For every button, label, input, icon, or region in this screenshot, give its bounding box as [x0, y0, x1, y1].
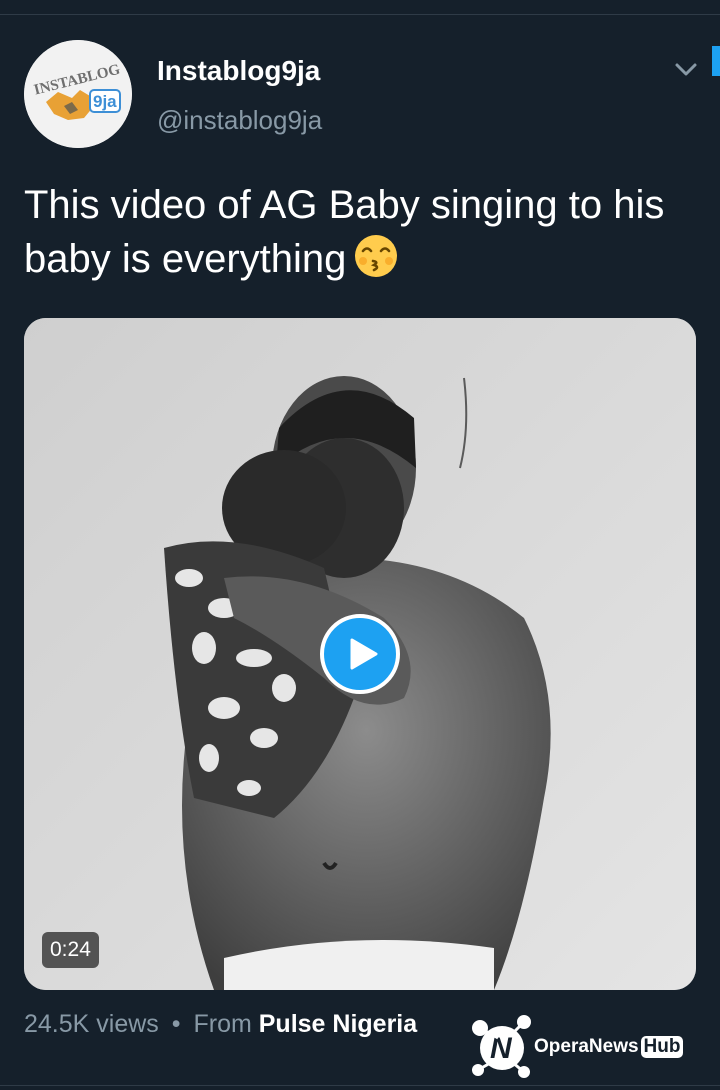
video-duration-badge: 0:24: [42, 932, 99, 968]
svg-text:9ja: 9ja: [93, 92, 117, 111]
tweet-meta: 24.5K views • From Pulse Nigeria: [24, 1010, 417, 1039]
kissing-face-icon: [354, 234, 398, 278]
operanews-logo-icon: N: [472, 1015, 531, 1078]
meta-separator: •: [171, 1010, 181, 1038]
avatar[interactable]: INSTABLOG 9ja: [24, 40, 132, 148]
scroll-indicator: [712, 46, 720, 76]
watermark-hub: Hub: [640, 1036, 684, 1058]
watermark-brand: OperaNews: [534, 1036, 639, 1057]
tweet-body: This video of AG Baby singing to his bab…: [24, 183, 665, 281]
operanews-watermark: N OperaNews Hub: [468, 1008, 713, 1080]
user-handle[interactable]: @instablog9ja: [157, 105, 322, 136]
chevron-down-icon[interactable]: [674, 60, 698, 80]
display-name[interactable]: Instablog9ja: [157, 55, 320, 87]
from-label: From: [193, 1010, 252, 1038]
instablog9ja-logo-icon: INSTABLOG 9ja: [24, 40, 132, 148]
bottom-divider: [0, 1085, 720, 1086]
top-divider: [0, 14, 720, 15]
play-button[interactable]: [320, 614, 400, 694]
tweet-text: This video of AG Baby singing to his bab…: [24, 178, 696, 286]
source-link[interactable]: Pulse Nigeria: [259, 1010, 417, 1038]
tweet-page: INSTABLOG 9ja Instablog9ja @instablog9ja…: [0, 0, 720, 1090]
view-count: 24.5K views: [24, 1010, 159, 1038]
play-icon: [350, 638, 378, 670]
video-player[interactable]: 0:24: [24, 318, 696, 990]
